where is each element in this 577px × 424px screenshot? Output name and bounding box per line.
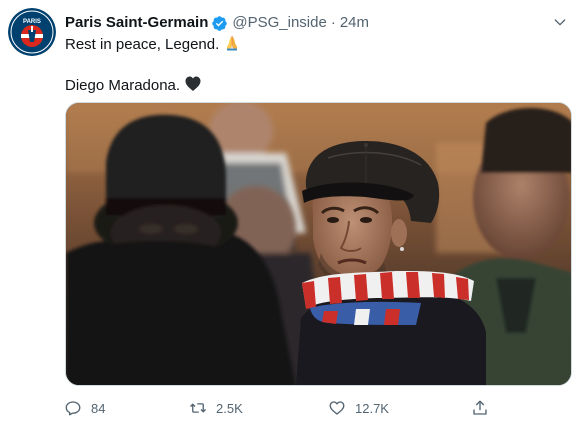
tweet-text-line-2: Diego Maradona. <box>65 75 202 99</box>
author-handle[interactable]: @PSG_inside <box>232 13 326 33</box>
tweet-header: Paris Saint-Germain @PSG_inside · 24m <box>65 13 369 33</box>
like-button[interactable]: 12.7K <box>327 396 389 420</box>
tweet-photo[interactable] <box>65 102 572 386</box>
retweet-count: 2.5K <box>216 400 243 416</box>
reply-count: 84 <box>91 400 106 416</box>
tweet-timestamp[interactable]: 24m <box>340 13 369 33</box>
black-heart-emoji-icon <box>184 75 202 99</box>
tweet-card[interactable]: PARIS Paris Saint-Germain @PSG_inside · … <box>0 0 577 424</box>
heart-icon <box>327 398 347 418</box>
reply-icon <box>63 398 83 418</box>
like-count: 12.7K <box>355 400 389 416</box>
verified-badge-icon <box>211 15 228 32</box>
reply-button[interactable]: 84 <box>63 396 105 420</box>
tweet-action-bar: 84 2.5K 12.7K <box>0 396 577 420</box>
share-button[interactable] <box>470 396 490 420</box>
tweet-text-2: Diego Maradona. <box>65 77 181 94</box>
chevron-down-icon <box>554 19 566 26</box>
more-options-button[interactable] <box>548 10 572 34</box>
avatar-logo-text: PARIS <box>23 19 41 25</box>
psg-logo: PARIS <box>8 8 56 56</box>
retweet-button[interactable]: 2.5K <box>188 396 243 420</box>
author-name[interactable]: Paris Saint-Germain <box>65 13 208 33</box>
tweet-text-line-1: Rest in peace, Legend. <box>65 34 241 58</box>
retweet-icon <box>188 398 208 418</box>
maradona-photo <box>66 103 571 385</box>
folded-hands-emoji-icon <box>223 34 241 58</box>
tweet-text-1: Rest in peace, Legend. <box>65 36 220 53</box>
share-icon <box>470 398 490 418</box>
author-avatar[interactable]: PARIS <box>8 8 56 56</box>
header-separator: · <box>330 14 336 31</box>
